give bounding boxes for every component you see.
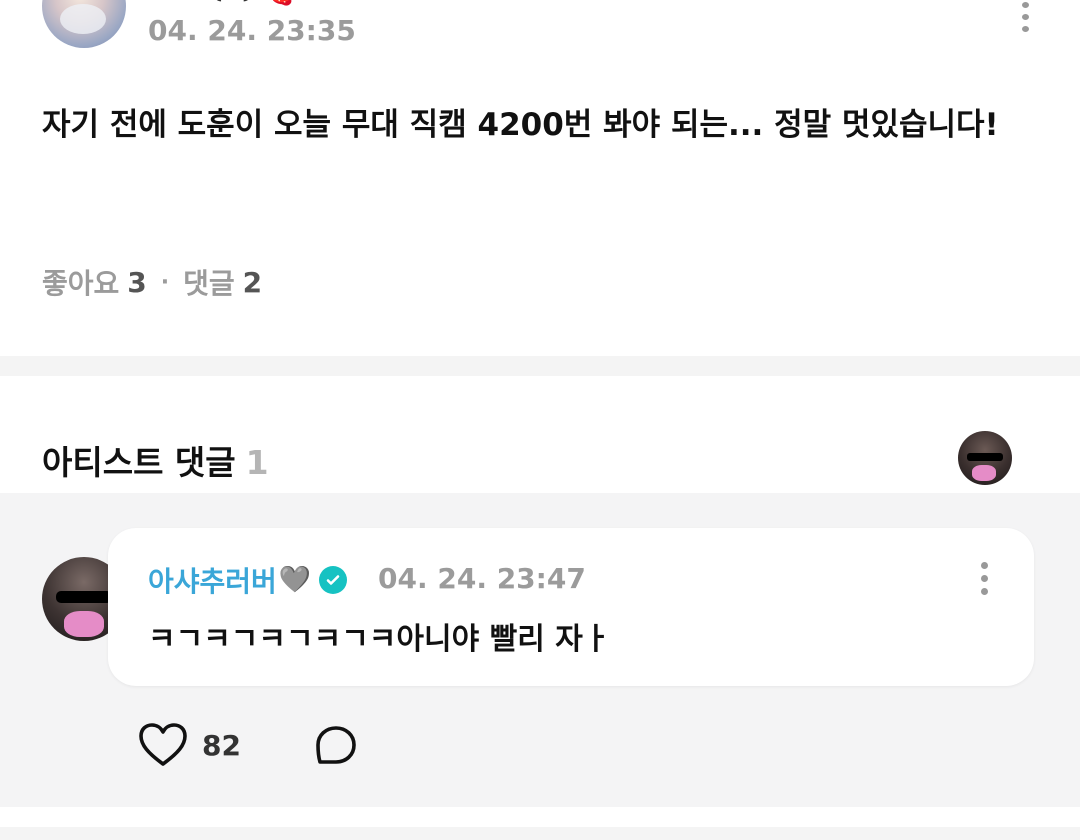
post-body: 자기 전에 도훈이 오늘 무대 직캠 4200번 봐야 되는... 정말 멋있습…: [42, 107, 999, 143]
comment-bubble: 아샤추러버 🩶 04. 24. 23:47 ㅋㄱㅋㄱㅋㄱㅋㄱㅋ아니야 빨리 자ㅏ: [108, 528, 1034, 686]
post-more-icon[interactable]: [1014, 2, 1036, 32]
verified-badge-icon: [319, 566, 348, 594]
like-button[interactable]: 82: [138, 723, 241, 767]
post-author-name[interactable]: ····· ꒰ ꒱ 🍓: [148, 0, 297, 7]
comment-footer-space: [0, 807, 1080, 827]
post-card: ····· ꒰ ꒱ 🍓 04. 24. 23:35 자기 전에 도훈이 오늘 무…: [0, 0, 1080, 356]
artist-avatar[interactable]: [958, 431, 1012, 485]
likes-label[interactable]: 좋아요: [42, 262, 119, 302]
comment-more-icon[interactable]: [974, 562, 994, 596]
comment-author[interactable]: 아샤추러버 🩶: [148, 560, 348, 600]
comment-like-count: 82: [202, 728, 241, 762]
likes-count[interactable]: 3: [127, 266, 146, 299]
reply-button[interactable]: [314, 725, 358, 771]
artist-comments-title: 아티스트 댓글 1: [42, 436, 269, 484]
grey-heart-emoji: 🩶: [278, 565, 312, 595]
section-divider: [0, 356, 1080, 376]
comment-author-name[interactable]: 아샤추러버: [148, 560, 277, 600]
artist-comments-header: 아티스트 댓글 1: [0, 376, 1080, 493]
artist-comments-title-text: 아티스트 댓글: [42, 443, 236, 482]
speech-bubble-icon[interactable]: [314, 725, 358, 767]
post-author-avatar[interactable]: [42, 0, 126, 48]
stats-separator: ·: [160, 269, 170, 295]
comments-label[interactable]: 댓글: [183, 262, 235, 302]
artist-comment: 아샤추러버 🩶 04. 24. 23:47 ㅋㄱㅋㄱㅋㄱㅋㄱㅋ아니야 빨리 자ㅏ…: [0, 493, 1080, 807]
post-timestamp: 04. 24. 23:35: [148, 14, 356, 47]
comment-actions: 82: [0, 715, 600, 775]
heart-outline-icon[interactable]: [138, 723, 188, 767]
comments-count[interactable]: 2: [243, 266, 262, 299]
post-stats: 좋아요 3 · 댓글 2: [42, 262, 262, 302]
section-divider-bottom: [0, 827, 1080, 840]
comment-timestamp: 04. 24. 23:47: [378, 562, 586, 595]
comment-text: ㅋㄱㅋㄱㅋㄱㅋㄱㅋ아니야 빨리 자ㅏ: [148, 622, 611, 657]
artist-comments-count: 1: [245, 443, 269, 482]
